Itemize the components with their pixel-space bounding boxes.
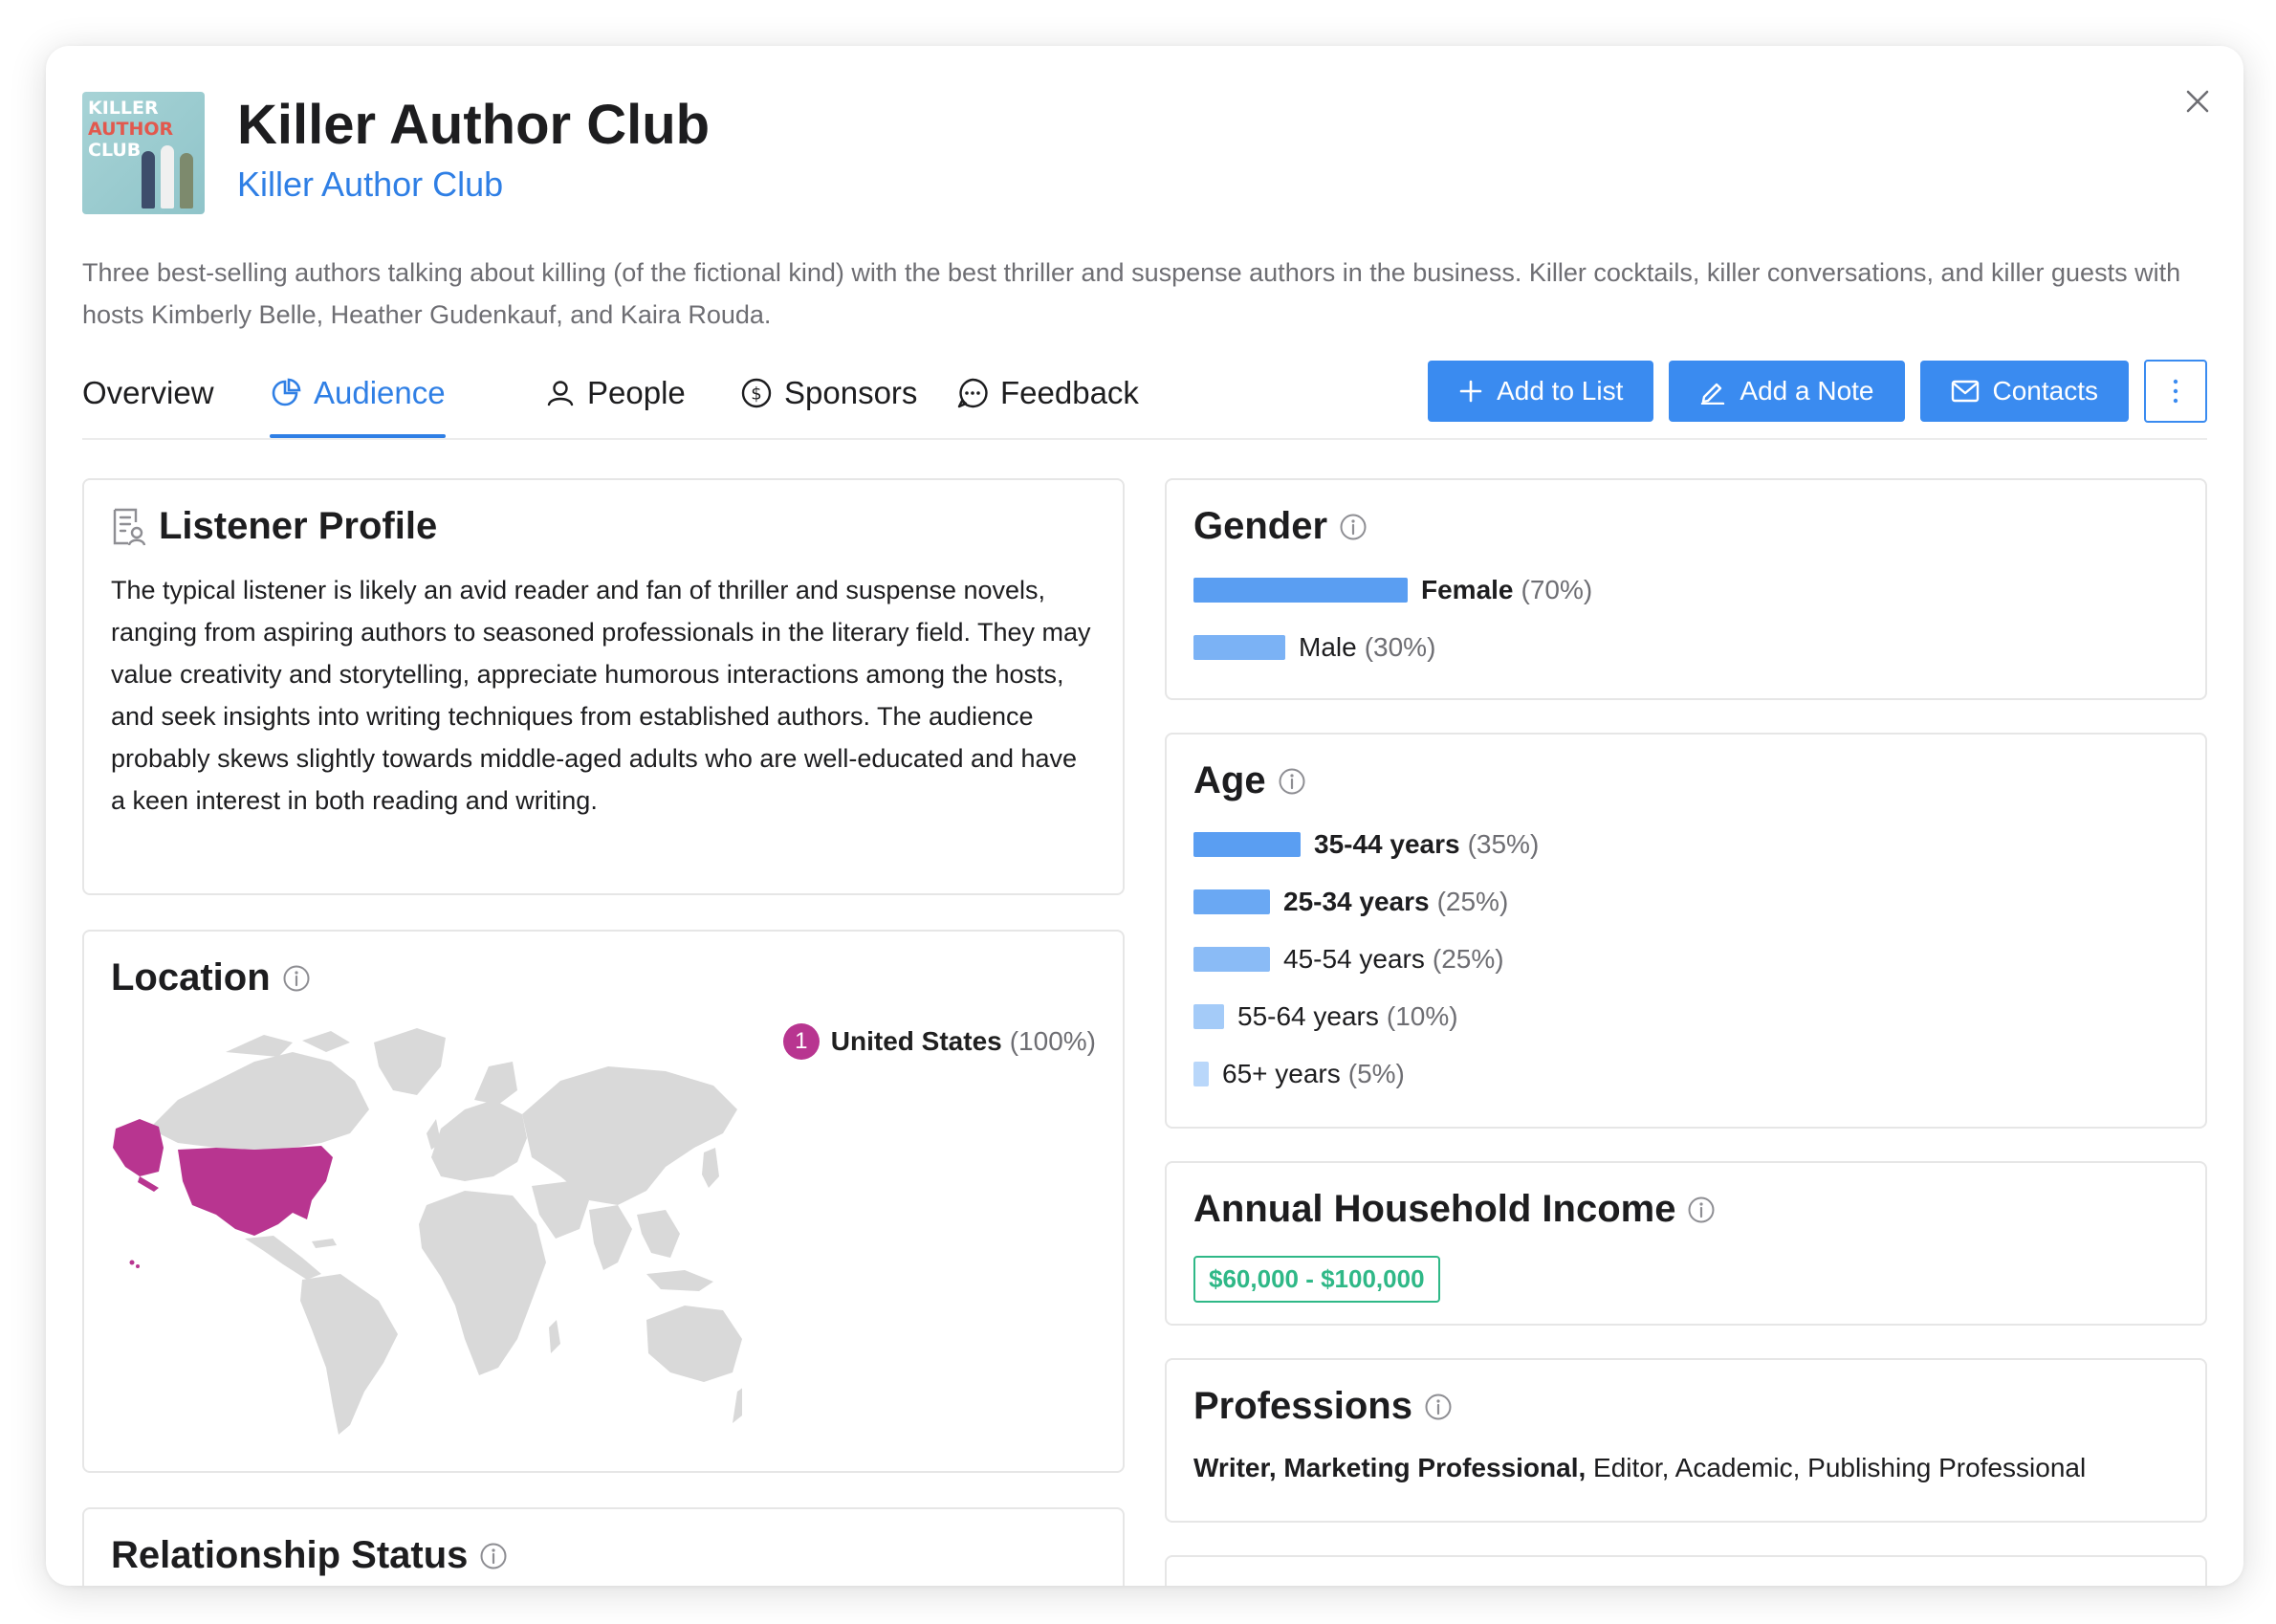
tab-audience[interactable]: Audience (270, 350, 446, 438)
world-map (113, 1028, 742, 1435)
close-button[interactable] (2178, 82, 2217, 121)
info-icon[interactable] (1424, 1393, 1453, 1421)
listener-profile-title: Listener Profile (159, 505, 438, 547)
gender-row-male: Male (30%) (1193, 619, 2178, 676)
age-pct: (25%) (1436, 887, 1509, 916)
age-pct: (10%) (1386, 1001, 1458, 1031)
age-label: 55-64 years (1237, 1001, 1379, 1031)
gender-card: Gender Female (70%) Male (30%) (1165, 478, 2207, 700)
income-range-badge: $60,000 - $100,000 (1193, 1256, 1440, 1303)
age-label: 35-44 years (1314, 829, 1460, 859)
podcast-description: Three best-selling authors talking about… (82, 258, 2181, 329)
professions-title: Professions (1193, 1385, 1412, 1427)
professions-card: Professions Writer, Marketing Profession… (1165, 1358, 2207, 1523)
age-title: Age (1193, 759, 1266, 801)
age-row: 45-54 years (25%) (1193, 931, 2178, 988)
age-bar (1193, 832, 1301, 857)
info-icon[interactable] (282, 964, 311, 993)
add-note-button[interactable]: Add a Note (1669, 361, 1905, 422)
country-name: United States (830, 1026, 1002, 1056)
income-title: Annual Household Income (1193, 1188, 1676, 1230)
location-legend-item: 1 United States (100%) (782, 1023, 1096, 1060)
cover-line-1: KILLER (88, 98, 159, 119)
gender-bar (1193, 578, 1408, 603)
location-title: Location (111, 956, 271, 999)
age-row: 25-34 years (25%) (1193, 873, 2178, 931)
gender-row-female: Female (70%) (1193, 561, 2178, 619)
podcast-network-link[interactable]: Killer Author Club (237, 163, 710, 207)
professions-secondary: Editor, Academic, Publishing Professiona… (1586, 1453, 2087, 1482)
age-pct: (35%) (1467, 829, 1540, 859)
tab-people[interactable]: People (545, 350, 686, 436)
age-bar (1193, 1062, 1209, 1086)
tab-bar: Overview Audience People $ Sponsors Feed… (82, 350, 2207, 440)
rank-badge: 1 (782, 1023, 820, 1060)
listener-profile-card: Listener Profile The typical listener is… (82, 478, 1125, 895)
gender-label: Female (1421, 575, 1514, 604)
age-card: Age 35-44 years (35%) 25-34 years (25%) … (1165, 733, 2207, 1129)
age-label: 65+ years (1222, 1059, 1341, 1088)
tab-sponsors[interactable]: $ Sponsors (740, 350, 917, 436)
age-bar (1193, 1004, 1224, 1029)
svg-text:$: $ (751, 384, 761, 405)
location-card: Location 1 United States (100%) (82, 930, 1125, 1473)
professions-list: Writer, Marketing Professional, Editor, … (1193, 1453, 2178, 1483)
tab-overview[interactable]: Overview (82, 350, 214, 436)
gender-title: Gender (1193, 505, 1328, 547)
relationship-status-card: Relationship Status (82, 1507, 1125, 1586)
action-buttons: Add to List Add a Note Contacts (1412, 360, 2207, 423)
age-label: 25-34 years (1283, 887, 1430, 916)
country-pct: (100%) (1009, 1026, 1096, 1056)
chat-bubble-icon (957, 378, 988, 408)
next-card-partial (1165, 1555, 2207, 1586)
info-icon[interactable] (1687, 1196, 1716, 1224)
close-icon (2186, 90, 2209, 113)
income-card: Annual Household Income $60,000 - $100,0… (1165, 1161, 2207, 1326)
cover-line-2: AUTHOR (88, 119, 174, 140)
age-pct: (5%) (1347, 1059, 1405, 1088)
age-label: 45-54 years (1283, 944, 1425, 974)
age-row: 55-64 years (10%) (1193, 988, 2178, 1045)
age-bar (1193, 889, 1270, 914)
podcast-header: KILLER AUTHOR CLUB Killer Author Club Ki… (82, 92, 710, 214)
age-row: 35-44 years (35%) (1193, 816, 2178, 873)
pencil-icon (1701, 383, 1725, 405)
page-title: Killer Author Club (237, 94, 711, 156)
listener-profile-text: The typical listener is likely an avid r… (111, 576, 1091, 815)
age-row: 65+ years (5%) (1193, 1045, 2178, 1103)
age-pct: (25%) (1432, 944, 1504, 974)
podcast-cover-image: KILLER AUTHOR CLUB (82, 92, 205, 214)
professions-primary: Writer, Marketing Professional, (1193, 1453, 1587, 1482)
age-bar (1193, 947, 1270, 972)
gender-label: Male (1299, 632, 1357, 662)
relationship-status-title: Relationship Status (111, 1534, 469, 1576)
gender-bar (1193, 635, 1285, 660)
vertical-dots-icon (2173, 379, 2178, 404)
info-icon[interactable] (479, 1542, 508, 1570)
contacts-button[interactable]: Contacts (1919, 361, 2129, 422)
person-icon (547, 381, 574, 406)
info-icon[interactable] (1339, 513, 1368, 541)
info-icon[interactable] (1278, 767, 1306, 796)
podcast-detail-modal: KILLER AUTHOR CLUB Killer Author Club Ki… (46, 46, 2243, 1586)
pie-chart-icon (272, 378, 301, 406)
gender-pct: (70%) (1521, 575, 1593, 604)
tab-feedback[interactable]: Feedback (956, 350, 1139, 436)
profile-document-icon (113, 508, 146, 545)
dollar-icon: $ (741, 378, 772, 408)
plus-icon (1459, 380, 1482, 403)
add-to-list-button[interactable]: Add to List (1428, 361, 1654, 422)
more-options-button[interactable] (2144, 360, 2207, 423)
gender-pct: (30%) (1364, 632, 1436, 662)
envelope-icon (1951, 380, 1979, 403)
